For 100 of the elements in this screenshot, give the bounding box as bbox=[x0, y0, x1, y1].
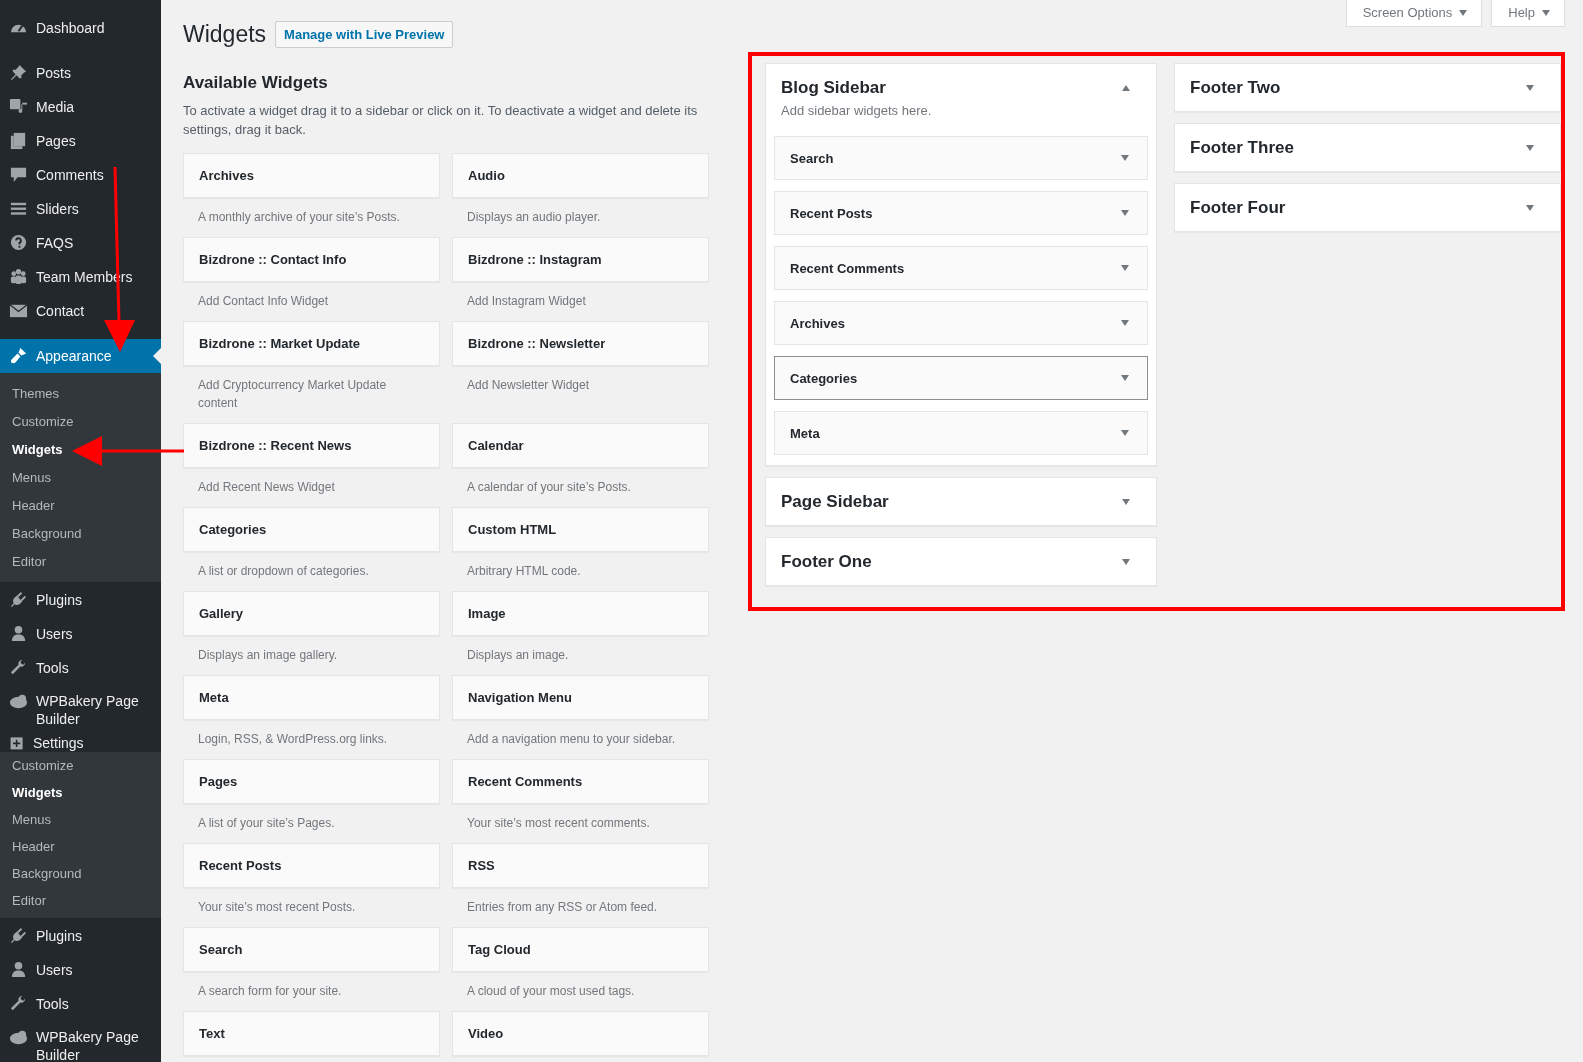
submenu-item[interactable]: Editor bbox=[0, 548, 161, 576]
widget-card[interactable]: Tag Cloud bbox=[452, 927, 709, 972]
submenu-item[interactable]: Menus bbox=[0, 806, 161, 833]
widget-card[interactable]: Pages bbox=[183, 759, 440, 804]
menu-item[interactable]: Dashboard bbox=[0, 11, 161, 45]
media-icon bbox=[9, 97, 28, 116]
menu-item[interactable]: Users bbox=[0, 617, 161, 651]
widget-card[interactable]: Gallery bbox=[183, 591, 440, 636]
widget-card[interactable]: Text bbox=[183, 1011, 440, 1056]
widget-name: Categories bbox=[790, 370, 858, 386]
menu-item[interactable]: FAQS bbox=[0, 226, 161, 260]
expand-arrow-icon[interactable] bbox=[1121, 265, 1129, 271]
sidebar-title: Footer Four bbox=[1190, 197, 1286, 218]
widget-description: Add Recent News Widget bbox=[197, 479, 336, 496]
widget-description: Arbitrary HTML code. bbox=[466, 563, 582, 580]
widget-description: A search form for your site. bbox=[197, 983, 343, 1000]
menu-item[interactable]: Posts bbox=[0, 56, 161, 90]
submenu-item[interactable]: Widgets bbox=[0, 779, 161, 806]
live-preview-button[interactable]: Manage with Live Preview bbox=[275, 21, 454, 48]
widget-card[interactable]: Video bbox=[452, 1011, 709, 1056]
wrench-icon bbox=[9, 994, 28, 1013]
sidebar-widget[interactable]: Archives bbox=[774, 301, 1148, 345]
sidebar-title: Blog Sidebar bbox=[781, 77, 886, 98]
submenu-item[interactable]: Header bbox=[0, 833, 161, 860]
widget-name: Archives bbox=[790, 315, 845, 331]
wrench-icon bbox=[9, 658, 28, 677]
widget-card[interactable]: Bizdrone :: Newsletter bbox=[452, 321, 709, 366]
menu-item[interactable]: Appearance bbox=[0, 339, 161, 373]
widget-card[interactable]: Custom HTML bbox=[452, 507, 709, 552]
widget-description: A monthly archive of your site’s Posts. bbox=[197, 209, 401, 226]
expand-arrow-icon[interactable] bbox=[1122, 558, 1130, 565]
expand-arrow-icon[interactable] bbox=[1122, 498, 1130, 505]
menu-item[interactable]: Pages bbox=[0, 124, 161, 158]
sidebar-widget[interactable]: Recent Posts bbox=[774, 191, 1148, 235]
submenu-item[interactable]: Customize bbox=[0, 752, 161, 779]
sidebar-widget[interactable]: Categories bbox=[774, 356, 1148, 400]
menu-item[interactable]: WPBakery Page Builder bbox=[0, 1021, 161, 1062]
widget-description: Displays an audio player. bbox=[466, 209, 602, 226]
menu-item[interactable]: Tools bbox=[0, 987, 161, 1021]
submenu-item[interactable]: Editor bbox=[0, 887, 161, 914]
widget-card[interactable]: RSS bbox=[452, 843, 709, 888]
submenu-item[interactable]: Menus bbox=[0, 464, 161, 492]
expand-arrow-icon[interactable] bbox=[1121, 155, 1129, 161]
widget-description: A calendar of your site’s Posts. bbox=[466, 479, 632, 496]
widget-name: Meta bbox=[790, 425, 820, 441]
expand-arrow-icon[interactable] bbox=[1121, 320, 1129, 326]
submenu-item[interactable]: Background bbox=[0, 860, 161, 887]
menu-item[interactable]: Users bbox=[0, 953, 161, 987]
menu-item[interactable]: Sliders bbox=[0, 192, 161, 226]
widget-description: Your site’s most recent Posts. bbox=[197, 899, 357, 916]
submenu-item[interactable]: Themes bbox=[0, 380, 161, 408]
widget-card[interactable]: Bizdrone :: Market Update bbox=[183, 321, 440, 366]
question-circle-icon bbox=[9, 233, 28, 252]
widget-card[interactable]: Bizdrone :: Instagram bbox=[452, 237, 709, 282]
section-heading: Available Widgets bbox=[183, 72, 329, 94]
widget-card[interactable]: Archives bbox=[183, 153, 440, 198]
expand-arrow-icon[interactable] bbox=[1526, 144, 1534, 151]
submenu-item[interactable]: Widgets bbox=[0, 436, 161, 464]
sidebar-widget[interactable]: Meta bbox=[774, 411, 1148, 455]
menu-item[interactable]: Plugins bbox=[0, 583, 161, 617]
expand-arrow-icon[interactable] bbox=[1121, 375, 1129, 381]
menu-item[interactable]: Tools bbox=[0, 651, 161, 685]
widget-card[interactable]: Bizdrone :: Recent News bbox=[183, 423, 440, 468]
sidebar-widget[interactable]: Recent Comments bbox=[774, 246, 1148, 290]
sidebar-title: Footer Two bbox=[1190, 77, 1281, 98]
expand-arrow-icon[interactable] bbox=[1526, 204, 1534, 211]
sidebar-widget[interactable]: Search bbox=[774, 136, 1148, 180]
menu-item[interactable]: Contact bbox=[0, 294, 161, 328]
widget-card[interactable]: Recent Posts bbox=[183, 843, 440, 888]
submenu-item[interactable]: Header bbox=[0, 492, 161, 520]
widget-card[interactable]: Categories bbox=[183, 507, 440, 552]
widget-card[interactable]: Navigation Menu bbox=[452, 675, 709, 720]
widget-description: Add Cryptocurrency Market Update content bbox=[197, 377, 388, 412]
screen-options-tab[interactable]: Help bbox=[1491, 0, 1565, 27]
sidebar-title: Footer One bbox=[781, 551, 872, 572]
menu-item[interactable]: Settings bbox=[0, 735, 161, 752]
expand-arrow-icon[interactable] bbox=[1121, 210, 1129, 216]
collapse-arrow-icon[interactable] bbox=[1122, 84, 1130, 91]
widget-card[interactable]: Audio bbox=[452, 153, 709, 198]
widget-card[interactable]: Image bbox=[452, 591, 709, 636]
widget-description: Displays an image gallery. bbox=[197, 647, 339, 664]
menu-item[interactable]: Media bbox=[0, 90, 161, 124]
widget-description: A cloud of your most used tags. bbox=[466, 983, 636, 1000]
submenu-item[interactable]: Background bbox=[0, 520, 161, 548]
sidebar-description: Add sidebar widgets here. bbox=[781, 102, 933, 120]
widget-card[interactable]: Bizdrone :: Contact Info bbox=[183, 237, 440, 282]
menu-item[interactable]: Comments bbox=[0, 158, 161, 192]
expand-arrow-icon[interactable] bbox=[1526, 84, 1534, 91]
widget-description: Your site’s most recent comments. bbox=[466, 815, 651, 832]
widget-card[interactable]: Calendar bbox=[452, 423, 709, 468]
menu-item[interactable]: WPBakery Page Builder bbox=[0, 685, 161, 735]
submenu-item[interactable]: Customize bbox=[0, 408, 161, 436]
widget-card[interactable]: Recent Comments bbox=[452, 759, 709, 804]
menu-item[interactable]: Plugins bbox=[0, 919, 161, 953]
sidebar-title: Page Sidebar bbox=[781, 491, 889, 512]
widget-card[interactable]: Search bbox=[183, 927, 440, 972]
screen-options-tab[interactable]: Screen Options bbox=[1345, 0, 1483, 27]
cloud-icon bbox=[9, 1028, 28, 1047]
widget-card[interactable]: Meta bbox=[183, 675, 440, 720]
expand-arrow-icon[interactable] bbox=[1121, 430, 1129, 436]
